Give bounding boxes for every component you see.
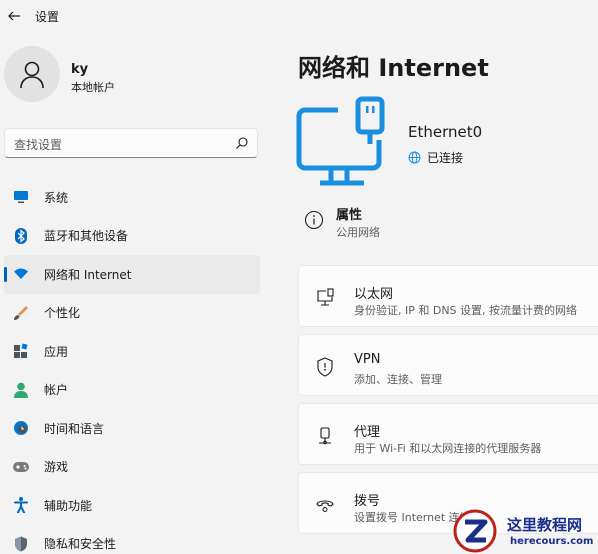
sidebar-item-label: 个性化 [44,306,81,321]
sidebar-item-label: 帐户 [44,383,69,398]
properties-title: 属性 [336,208,363,223]
search-placeholder: 查找设置 [14,138,63,152]
search-icon[interactable] [235,136,249,150]
ethernet-icon [315,288,335,308]
sidebar-item-label: 游戏 [44,460,69,475]
card-proxy[interactable]: 代理 用于 Wi-Fi 和以太网连接的代理服务器 [298,403,598,465]
card-vpn[interactable]: VPN 添加、连接、管理 [298,334,598,396]
person-icon [20,61,44,89]
card-subtitle: 身份验证, IP 和 DNS 设置, 按流量计费的网络 [354,304,578,317]
sidebar-item-label: 系统 [44,190,69,205]
card-ethernet[interactable]: 以太网 身份验证, IP 和 DNS 设置, 按流量计费的网络 [298,265,598,327]
user-name: ky [71,62,89,77]
globe-icon [408,151,421,164]
app-title: 设置 [35,10,60,24]
account-type: 本地帐户 [71,81,115,94]
person-icon [13,382,29,398]
dialup-icon [315,495,335,515]
card-title: 代理 [354,425,381,440]
properties-subtitle: 公用网络 [336,226,380,239]
sidebar-item-time-language[interactable]: 时间和语言 [4,409,260,448]
connection-status: 已连接 [408,149,463,166]
site-watermark: 这里教程网 herecours.com [452,508,598,554]
card-title: 拨号 [354,494,381,509]
card-title: VPN [354,352,381,367]
sidebar-item-accessibility[interactable]: 辅助功能 [4,486,260,525]
card-subtitle: 用于 Wi-Fi 和以太网连接的代理服务器 [354,442,542,455]
network-properties[interactable]: 属性 公用网络 [304,204,584,244]
globe-clock-icon [13,420,29,436]
vpn-shield-icon [315,357,335,377]
back-button[interactable] [4,6,24,26]
sidebar-item-privacy[interactable]: 隐私和安全性 [4,525,260,554]
sidebar-item-label: 网络和 Internet [44,267,132,282]
card-subtitle: 添加、连接、管理 [354,373,442,386]
sidebar-item-label: 隐私和安全性 [44,537,117,552]
sidebar-item-label: 应用 [44,344,69,359]
info-icon [304,210,324,230]
watermark-text: 这里教程网 [507,516,583,534]
monitor-icon [13,189,29,205]
connection-status-text: 已连接 [427,151,464,165]
sidebar-item-label: 蓝牙和其他设备 [44,229,129,244]
sidebar-item-apps[interactable]: 应用 [4,332,260,371]
card-title: 以太网 [354,287,394,302]
sidebar-item-gaming[interactable]: 游戏 [4,448,260,487]
apps-icon [13,343,29,359]
shield-icon [13,536,29,552]
sidebar-item-accounts[interactable]: 帐户 [4,371,260,410]
brush-icon [13,305,29,321]
page-title: 网络和 Internet [298,54,489,82]
sidebar-nav: 系统 蓝牙和其他设备 网络和 Internet 个性化 应用 帐户 时间和语言 … [4,178,260,554]
user-profile[interactable]: ky 本地帐户 [4,46,254,106]
settings-cards: 以太网 身份验证, IP 和 DNS 设置, 按流量计费的网络 VPN 添加、连… [298,265,598,541]
accessibility-icon [13,497,29,514]
sidebar-item-personalization[interactable]: 个性化 [4,294,260,333]
gamepad-icon [13,459,29,475]
adapter-name: Ethernet0 [408,123,483,141]
bluetooth-icon [13,227,29,244]
wifi-icon [13,266,29,282]
sidebar-item-network[interactable]: 网络和 Internet [4,255,260,294]
watermark-logo-icon [453,509,497,553]
ethernet-monitor-icon [296,96,385,186]
watermark-url: herecours.com [510,536,594,547]
back-arrow-icon [8,11,20,21]
avatar[interactable] [4,46,60,102]
sidebar-item-system[interactable]: 系统 [4,178,260,217]
search-input[interactable]: 查找设置 [4,128,258,158]
title-bar: 设置 [0,0,598,32]
sidebar-item-bluetooth[interactable]: 蓝牙和其他设备 [4,217,260,256]
sidebar-item-label: 辅助功能 [44,498,93,513]
sidebar-item-label: 时间和语言 [44,421,105,436]
proxy-icon [315,426,335,446]
